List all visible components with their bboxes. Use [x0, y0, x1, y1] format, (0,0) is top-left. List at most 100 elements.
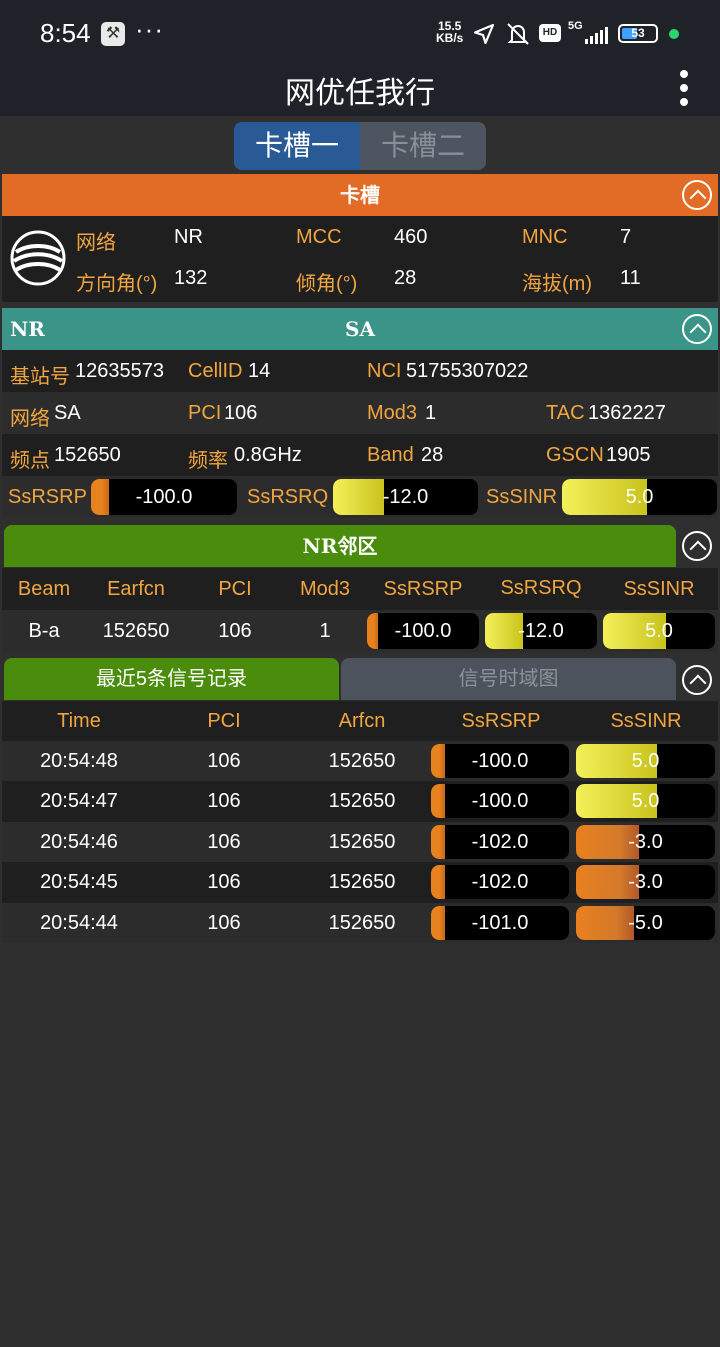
status-bar: 8:54 ⚒ ··· 15.5 KB/s HD 5G 53 [0, 0, 720, 64]
neighbor-sinr-bar: 5.0 [603, 613, 715, 649]
sim-card-title: 卡槽 [340, 183, 380, 207]
col-header-rsrp: SsRSRP [383, 578, 463, 600]
mod3-label: Mod3 [367, 402, 418, 424]
mcc-value: 460 [394, 226, 428, 248]
mod3-value: 1 [425, 402, 437, 424]
china-mobile-logo-icon [10, 230, 66, 286]
tab-recent-records[interactable]: 最近5条信号记录 [4, 658, 339, 700]
network-type-label: 5G [568, 20, 583, 32]
nr-neighbor-table: Beam Earfcn PCI Mod3 SsRSRP SsRSRQ SsSIN… [2, 568, 718, 652]
table-row: 20:54:45 106 152650 -102.0 -3.0 [2, 862, 718, 903]
record-arfcn: 152650 [328, 911, 396, 934]
nr-neighbor-header[interactable]: NR邻区 [4, 525, 676, 567]
app-title: 网优任我行 [285, 77, 435, 110]
col-header-pci: PCI [207, 710, 241, 732]
nr-header[interactable]: NR SA [2, 308, 718, 350]
record-arfcn: 152650 [328, 790, 396, 813]
table-row: 20:54:47 106 152650 -100.0 5.0 [2, 781, 718, 822]
tac-label: TAC [546, 402, 585, 424]
record-rsrp-bar: -101.0 [431, 905, 569, 940]
col-header-pci: PCI [218, 578, 252, 600]
nci-label: NCI [367, 360, 402, 382]
location-arrow-icon [473, 23, 495, 45]
hd-icon: HD [539, 24, 561, 42]
nr-mode-label: SA [345, 317, 375, 341]
col-header-rsrp: SsRSRP [461, 710, 541, 732]
sinr-value: 5.0 [625, 486, 654, 508]
col-header-rsrq: SsRSRQ [500, 577, 582, 599]
mcc-label: MCC [296, 226, 342, 248]
tab-sim-slot-2[interactable]: 卡槽二 [360, 122, 486, 170]
rsrq-label: SsRSRQ [247, 486, 329, 508]
col-header-time: Time [57, 710, 101, 732]
col-header-arfcn: Arfcn [338, 710, 386, 732]
record-sinr-bar: -3.0 [576, 824, 715, 859]
record-sinr-value: -3.0 [628, 871, 663, 894]
record-sinr-bar: -3.0 [576, 865, 715, 900]
nr-network-label: 网络 [10, 408, 50, 430]
record-rsrp-value: -100.0 [471, 790, 529, 813]
azimuth-value: 132 [174, 267, 208, 289]
nci-value: 51755307022 [406, 360, 529, 382]
col-header-sinr: SsSINR [623, 578, 695, 600]
record-rsrp-value: -100.0 [471, 750, 529, 772]
network-speed: 15.5 KB/s [436, 20, 463, 44]
table-row: 20:54:48 106 152650 -100.0 5.0 [2, 741, 718, 781]
record-rsrp-value: -102.0 [471, 871, 529, 894]
more-menu-icon[interactable] [676, 68, 692, 108]
azimuth-label: 方向角(°) [76, 273, 158, 295]
record-time: 20:54:48 [40, 750, 118, 772]
collapse-icon[interactable] [682, 531, 712, 561]
app-bar: 网优任我行 [0, 64, 720, 116]
record-arfcn: 152650 [328, 750, 396, 772]
record-sinr-value: -3.0 [628, 830, 663, 853]
sim-network-value: NR [174, 226, 203, 248]
tilt-value: 28 [394, 267, 417, 289]
neighbor-earfcn: 152650 [102, 620, 170, 642]
arfcn-value: 152650 [54, 444, 121, 466]
neighbor-beam: B-a [28, 620, 60, 642]
mute-icon [507, 23, 529, 45]
record-time: 20:54:44 [40, 911, 118, 934]
tilt-label: 倾角(°) [296, 273, 358, 295]
record-pci: 106 [207, 790, 241, 813]
record-time: 20:54:47 [40, 790, 118, 813]
rsrq-bar: -12.0 [333, 479, 478, 515]
collapse-icon[interactable] [682, 314, 712, 344]
arfcn-label: 频点 [10, 450, 50, 472]
tab-signal-timeline-label: 信号时域图 [458, 668, 559, 690]
tab-sim-slot-1[interactable]: 卡槽一 [234, 122, 360, 170]
battery-icon: 53 [618, 24, 658, 43]
nr-panel: 基站号 12635573 CellID 14 NCI 51755307022 网… [2, 350, 718, 518]
record-sinr-bar: 5.0 [576, 744, 715, 778]
freq-value: 0.8GHz [234, 444, 302, 466]
neighbor-rsrq-value: -12.0 [518, 620, 564, 642]
altitude-value: 11 [620, 267, 641, 289]
collapse-icon[interactable] [682, 180, 712, 210]
nr-network-value: SA [54, 402, 81, 424]
record-sinr-value: 5.0 [631, 750, 660, 772]
col-header-earfcn: Earfcn [107, 578, 165, 600]
collapse-icon[interactable] [682, 665, 712, 695]
rsrq-value: -12.0 [382, 486, 429, 508]
network-speed-unit: KB/s [436, 31, 464, 45]
sinr-label: SsSINR [486, 486, 558, 508]
sim-slot-tabs: 卡槽一 卡槽二 [234, 122, 486, 170]
rsrp-bar: -100.0 [91, 479, 237, 515]
tac-value: 1362227 [588, 402, 666, 424]
mnc-label: MNC [522, 226, 568, 248]
col-header-mod3: Mod3 [299, 578, 351, 600]
sim-network-label: 网络 [76, 232, 116, 254]
tab-recent-records-label: 最近5条信号记录 [95, 668, 248, 690]
col-header-sinr: SsSINR [610, 710, 682, 732]
table-row: 20:54:44 106 152650 -101.0 -5.0 [2, 902, 718, 943]
tab-signal-timeline[interactable]: 信号时域图 [341, 658, 676, 700]
record-rsrp-bar: -100.0 [431, 784, 569, 819]
col-header-beam: Beam [17, 578, 71, 600]
sim-card-panel: 网络 NR MCC 460 MNC 7 方向角(°) 132 倾角(°) 28 … [2, 216, 718, 302]
record-pci: 106 [207, 871, 241, 894]
sim-card-header[interactable]: 卡槽 [2, 174, 718, 216]
wrench-icon: ⚒ [101, 22, 125, 46]
battery-percent: 53 [631, 26, 645, 40]
more-icon: ··· [135, 14, 164, 44]
